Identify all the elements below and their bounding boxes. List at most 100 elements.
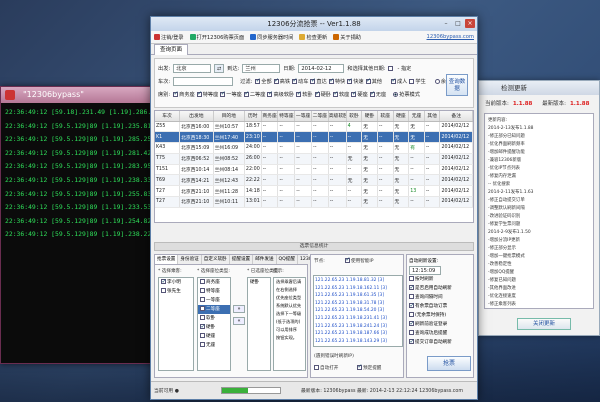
checkbox[interactable]: [292, 77, 298, 84]
filter-option[interactable]: 全部: [255, 77, 272, 85]
train-table[interactable]: 车次 出发地 目的地 历时 商务座 特等座 一等座 二等座 高级软卧 软卧 硬卧 软座 硬座 无座 其他 备注…: [154, 110, 474, 223]
column-header[interactable]: 其他: [424, 111, 441, 122]
seat-type-list[interactable]: 商务座特等座一等座二等座软卧硬卧硬座无座: [197, 277, 231, 371]
checkbox[interactable]: [267, 90, 273, 97]
column-header[interactable]: 一等座: [294, 111, 312, 122]
ip-entry[interactable]: 121.22.65.23 1.19.18.61.35 [3]: [315, 292, 401, 300]
refresh-option[interactable]: 查询间隔时间: [407, 293, 473, 302]
toolbar-button[interactable]: 注销/登录: [154, 34, 184, 41]
selected-seat-list[interactable]: 硬卧: [247, 277, 271, 371]
passenger-type-option[interactable]: 学生: [409, 79, 426, 85]
checkbox[interactable]: [351, 90, 357, 97]
smart-ip-checkbox[interactable]: [345, 256, 351, 263]
checkbox[interactable]: [369, 90, 375, 97]
refresh-option[interactable]: 查询成功后提醒: [407, 329, 473, 338]
column-header[interactable]: 无座: [408, 111, 425, 122]
tab-query[interactable]: 查询页面: [154, 44, 189, 55]
query-button[interactable]: 查询数据: [446, 74, 468, 96]
passenger-type-option[interactable]: 成人: [390, 77, 407, 85]
booking-alert-checkbox[interactable]: [357, 363, 363, 370]
filter-option[interactable]: 其他: [365, 77, 382, 85]
filter-option[interactable]: 动车: [292, 77, 308, 85]
checkbox[interactable]: [409, 312, 414, 317]
refresh-option[interactable]: 按时刷新: [407, 275, 473, 284]
toolbar-button[interactable]: 检查更新: [299, 34, 327, 41]
seat-filter-option[interactable]: 特等座: [196, 90, 218, 98]
selected-seat-item[interactable]: 硬卧: [248, 278, 270, 287]
seat-type-item[interactable]: 硬卧: [198, 322, 230, 332]
settings-tab[interactable]: 邮件发送: [253, 255, 277, 264]
checkbox[interactable]: [332, 90, 339, 97]
close-update-button[interactable]: 关闭更新: [517, 318, 571, 330]
seat-filter-option[interactable]: 高级软卧: [267, 90, 294, 98]
radio-button[interactable]: [393, 92, 399, 97]
table-row[interactable]: Z55 北京西16:00 兰州10:57 18:57 -- -- -- -- -- 4 无 -- 无无 -…: [155, 121, 473, 133]
column-header[interactable]: 软座: [377, 111, 394, 122]
passenger-item[interactable]: 张先生: [159, 287, 193, 296]
seat-filter-option[interactable]: 硬卧: [314, 90, 331, 98]
update-log[interactable]: 更新内容: 2014-2-13发布1.1.88 -修正部分已知问题 -优化界面刷新频率…: [484, 113, 594, 309]
checkbox[interactable]: [409, 330, 414, 335]
checkbox[interactable]: [196, 90, 202, 97]
refresh-option[interactable]: 是否启用自动刷新: [407, 284, 473, 293]
table-row[interactable]: T75 北京西06:52 兰州08:52 26:00 -- -- -- -- -- 无无 -- 无 --…: [155, 153, 473, 165]
time-input[interactable]: 12:15:09: [409, 266, 441, 275]
toolbar-button[interactable]: 关于捐助: [333, 34, 361, 41]
seat-filter-option[interactable]: 一等座: [220, 90, 242, 98]
checkbox[interactable]: [200, 297, 205, 302]
table-row[interactable]: T27 北京西21:10 兰州11:28 14:18 -- -- -- -- -- -- 无 -- 无 1…: [155, 185, 473, 198]
seat-type-item[interactable]: 硬座: [198, 332, 230, 341]
checkbox[interactable]: [200, 315, 205, 320]
refresh-option[interactable]: 提交订单自动刷新: [407, 338, 473, 347]
toolbar-button[interactable]: 同步服务器时间: [250, 34, 293, 41]
ip-entry[interactable]: 121.22.65.23 1.19.18.54.20 [3]: [315, 307, 401, 315]
column-header[interactable]: 目的地: [213, 111, 245, 122]
ip-list[interactable]: 121.22.65.23 1.19.18.81.32 [3] 121.22.65.…: [313, 275, 403, 347]
maximize-icon[interactable]: □: [453, 19, 463, 28]
radio-button[interactable]: [434, 79, 440, 84]
checkbox[interactable]: [347, 77, 353, 84]
seat-filter-option[interactable]: 软座: [332, 90, 349, 98]
from-input[interactable]: 北京: [173, 64, 212, 73]
checkbox[interactable]: [173, 90, 179, 97]
seat-filter-option[interactable]: 硬座: [351, 90, 368, 98]
checkbox[interactable]: [314, 90, 320, 97]
date-input[interactable]: 2014-02-12: [298, 64, 345, 73]
checkbox[interactable]: [390, 77, 397, 84]
passenger-item[interactable]: 李小明: [159, 278, 193, 287]
filter-option[interactable]: 特快: [328, 77, 345, 85]
checkbox[interactable]: [200, 306, 205, 311]
checkbox[interactable]: [409, 302, 415, 310]
column-header[interactable]: 硬座: [393, 111, 410, 122]
ip-entry[interactable]: 121.22.65.23 1.19.18.162.11 [3]: [315, 285, 401, 293]
column-header[interactable]: 二等座: [311, 111, 329, 122]
refresh-option[interactable]: (无余票时保持): [407, 311, 473, 320]
filter-option[interactable]: 直达: [310, 77, 327, 85]
column-header[interactable]: 车次: [155, 111, 181, 122]
settings-tab[interactable]: 自定义软卧: [201, 255, 230, 264]
ip-entry[interactable]: 121.22.65.23 1.19.18.241.24 [3]: [315, 323, 401, 331]
seat-filter-option[interactable]: 软卧: [296, 90, 313, 98]
column-header[interactable]: 高级软卧: [328, 111, 347, 122]
column-header[interactable]: 商务座: [261, 111, 279, 122]
checkbox[interactable]: [409, 79, 415, 84]
swap-stations-button[interactable]: ⇄: [214, 64, 225, 73]
settings-tab[interactable]: 身份验证: [178, 255, 202, 264]
settings-tab[interactable]: QQ提醒: [276, 255, 298, 264]
checkbox[interactable]: [200, 288, 205, 293]
ip-entry[interactable]: 121.22.65.23 1.19.18.81.32 [3]: [315, 277, 401, 285]
checkbox[interactable]: [273, 77, 279, 84]
checkbox[interactable]: [200, 322, 206, 331]
table-row[interactable]: K1 北京西18:30 兰州17:40 23:10 -- -- -- -- -- -- 无 -- 无无 -…: [155, 131, 473, 144]
checkbox[interactable]: [200, 279, 205, 284]
column-header[interactable]: 备注: [439, 111, 473, 122]
minimize-icon[interactable]: –: [441, 19, 451, 28]
checkbox[interactable]: [409, 276, 414, 281]
filter-option[interactable]: 高铁: [273, 77, 290, 85]
seat-filter-option[interactable]: 商务座: [173, 90, 195, 98]
checkbox[interactable]: [161, 278, 167, 286]
settings-tab[interactable]: 抢票设置: [155, 255, 179, 264]
main-titlebar[interactable]: 12306分流抢票 -- Ver1.1.88 – □ ×: [151, 17, 477, 31]
remove-arrow-icon[interactable]: «: [233, 317, 245, 325]
checkbox[interactable]: [220, 90, 226, 97]
